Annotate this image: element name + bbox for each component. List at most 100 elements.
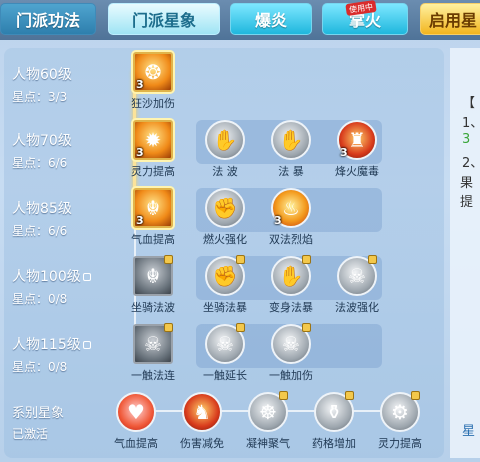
row-title: 人物85级 xyxy=(12,201,72,217)
meditate-icon: ☸ xyxy=(248,391,288,432)
skill-node[interactable]: ☬ 3 气血提高 xyxy=(121,188,185,247)
demon-icon: ☠ xyxy=(205,323,245,364)
demon-icon: ☠ xyxy=(133,323,173,364)
skill-name: 药格增加 xyxy=(312,437,356,450)
skill-name: 灵力提高 xyxy=(131,165,175,178)
row-label-85: 人物85级 星点：6/6 xyxy=(12,198,72,239)
row-label-series: 系别星象 已激活 xyxy=(12,402,64,442)
skill-node[interactable]: ✹ 3 灵力提高 xyxy=(121,120,185,179)
skill-name: 双法烈焰 xyxy=(269,233,313,246)
series-status: 已激活 xyxy=(12,427,49,441)
skill-node[interactable]: ✋ 变身法暴 xyxy=(259,255,323,315)
series-node[interactable]: ⚙ 灵力提高 xyxy=(368,391,432,451)
side-link-star[interactable]: 星 xyxy=(462,420,475,439)
skill-name: 一触延长 xyxy=(203,369,247,382)
row-label-60: 人物60级 星点：3/3 xyxy=(12,64,72,105)
demon-icon: ☠ xyxy=(337,255,377,296)
skill-level: 3 xyxy=(136,214,144,227)
palm-icon: ✋ xyxy=(271,255,311,296)
row-title: 人物60级 xyxy=(12,67,72,83)
padlock-icon xyxy=(302,323,311,332)
padlock-icon xyxy=(164,255,173,264)
skill-name: 法 暴 xyxy=(278,165,304,178)
skill-level: 3 xyxy=(136,146,144,159)
padlock-icon xyxy=(302,255,311,264)
series-node[interactable]: ⚱ 药格增加 xyxy=(302,391,366,451)
row-title-text: 人物115级 xyxy=(12,337,81,353)
row-title: 人物115级 xyxy=(12,334,91,354)
padlock-icon xyxy=(236,255,245,264)
gear-icon: ⚙ xyxy=(380,391,420,432)
fire-icon: ♨ 3 xyxy=(271,188,311,228)
row-label-100: 人物100级 星点：0/8 xyxy=(12,266,91,307)
series-node[interactable]: ♞ 伤害减免 xyxy=(170,392,234,451)
tab-blaze[interactable]: 爆炎 xyxy=(230,3,312,35)
sun-burst-icon: ✹ 3 xyxy=(133,120,173,160)
row-label-70: 人物70级 星点：6/6 xyxy=(12,130,72,171)
skill-node[interactable]: ✋ 法 波 xyxy=(193,120,257,179)
fist-icon: ✊ xyxy=(205,188,245,228)
palm-icon: ✋ xyxy=(271,120,311,160)
tab-sect-skills[interactable]: 门派功法 xyxy=(0,3,96,35)
demon-icon: ☠ xyxy=(271,323,311,364)
padlock-icon xyxy=(236,323,245,332)
skill-node[interactable]: ✊ 燃火强化 xyxy=(193,188,257,247)
gourd-icon: ⚱ xyxy=(314,391,354,432)
fist-icon: ✊ xyxy=(205,255,245,296)
tab-sect-constellation[interactable]: 门派星象 xyxy=(108,3,220,35)
tower-icon: ♜ 3 xyxy=(337,120,377,160)
skill-node[interactable]: ☠ 一触加伤 xyxy=(259,323,323,383)
flame-sand-icon: ❂ 3 xyxy=(133,52,173,92)
skill-node[interactable]: ☬ 坐骑法波 xyxy=(121,255,185,315)
skill-name: 燃火强化 xyxy=(203,233,247,246)
skill-name: 一触法连 xyxy=(131,369,175,382)
skill-name: 气血提高 xyxy=(114,437,158,450)
lock-icon xyxy=(82,341,91,349)
skill-name: 一触加伤 xyxy=(269,369,313,382)
row-points: 星点：0/8 xyxy=(12,292,68,306)
series-node[interactable]: ♥ 气血提高 xyxy=(104,392,168,451)
row-points: 星点：0/8 xyxy=(12,360,68,374)
row-title: 人物70级 xyxy=(12,133,72,149)
skill-node[interactable]: ✋ 法 暴 xyxy=(259,120,323,179)
skill-name: 狂沙加伤 xyxy=(131,97,175,110)
skill-name: 法波强化 xyxy=(335,301,379,314)
skill-level: 3 xyxy=(340,146,348,159)
skill-node[interactable]: ☠ 法波强化 xyxy=(325,255,389,315)
lock-icon xyxy=(82,273,91,281)
heart-icon: ♥ xyxy=(116,392,156,432)
skill-name: 法 波 xyxy=(212,165,238,178)
skill-level: 3 xyxy=(274,214,282,227)
warrior-icon: ♞ xyxy=(182,392,222,432)
row-points: 星点：6/6 xyxy=(12,224,68,238)
padlock-icon xyxy=(279,391,288,400)
skill-node[interactable]: ☠ 一触法连 xyxy=(121,323,185,383)
skill-name: 变身法暴 xyxy=(269,301,313,314)
row-points: 星点：3/3 xyxy=(12,90,68,104)
series-node[interactable]: ☸ 凝神聚气 xyxy=(236,391,300,451)
skill-name: 坐骑法暴 xyxy=(203,301,247,314)
skill-node[interactable]: ✊ 坐骑法暴 xyxy=(193,255,257,315)
series-title: 系别星象 xyxy=(12,406,65,421)
beast-icon: ☬ 3 xyxy=(133,188,173,228)
skill-node[interactable]: ♨ 3 双法烈焰 xyxy=(259,188,323,247)
skill-node[interactable]: ☠ 一触延长 xyxy=(193,323,257,383)
padlock-icon xyxy=(411,391,420,400)
row-title-text: 人物100级 xyxy=(12,269,81,285)
wave-icon: ✋ xyxy=(205,120,245,160)
row-label-115: 人物115级 星点：0/8 xyxy=(12,334,91,375)
skill-name: 凝神聚气 xyxy=(246,437,290,450)
skill-name: 灵力提高 xyxy=(378,437,422,450)
skill-level: 3 xyxy=(136,78,144,91)
padlock-icon xyxy=(164,323,173,332)
skill-node[interactable]: ♜ 3 烽火魔毒 xyxy=(325,120,389,179)
beast-icon: ☬ xyxy=(133,255,173,296)
skill-name: 气血提高 xyxy=(131,233,175,246)
skill-name: 伤害减免 xyxy=(180,437,224,450)
skill-name: 烽火魔毒 xyxy=(335,165,379,178)
padlock-icon xyxy=(345,391,354,400)
row-points: 星点：6/6 xyxy=(12,156,68,170)
side-text-1: 1、 xyxy=(462,116,480,131)
enable-star-button[interactable]: 启用星 xyxy=(420,3,480,35)
skill-node[interactable]: ❂ 3 狂沙加伤 xyxy=(121,52,185,111)
